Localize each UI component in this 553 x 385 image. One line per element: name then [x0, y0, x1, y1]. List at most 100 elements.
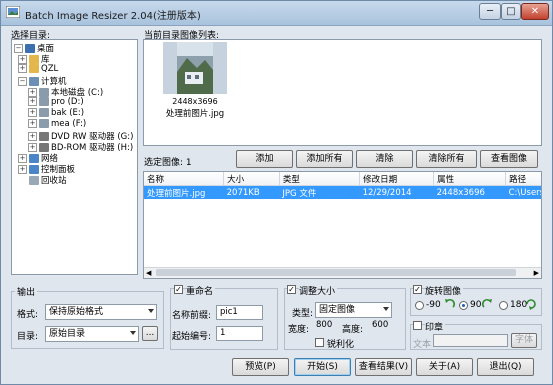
tree-item-network[interactable]: + 网络 [18, 152, 58, 164]
rotate-minus90-label: -90 [426, 300, 441, 310]
table-row[interactable]: 处理前图片.jpg 2071KB JPG 文件 12/29/2014 2448x… [144, 185, 541, 199]
col-path[interactable]: 路径 [505, 172, 541, 186]
tree-item-computer[interactable]: − 计算机 [18, 75, 67, 87]
tree-item-qzl[interactable]: + QZL [18, 64, 58, 75]
preview-button[interactable]: 预览(P) [232, 358, 289, 376]
watermark-checkbox[interactable] [413, 321, 422, 330]
watermark-label: 印章 [425, 320, 446, 333]
library-icon [29, 55, 39, 64]
rotate-minus90-radio[interactable] [415, 301, 424, 310]
rotate-left-icon [445, 298, 455, 308]
close-button[interactable]: ✕ [521, 3, 549, 20]
about-button[interactable]: 关于(A) [416, 358, 473, 376]
thumbnail-item[interactable]: 2448x3696 处理前图片.jpg [160, 42, 230, 122]
drive-icon [39, 88, 49, 97]
resize-type-select[interactable]: 固定图像 [315, 302, 392, 318]
sharpen-label: 锐利化 [327, 340, 355, 350]
rotate-90-radio[interactable] [459, 301, 468, 310]
recycle-bin-icon [29, 176, 39, 185]
height-input[interactable]: 600 [369, 319, 391, 334]
col-attr[interactable]: 属性 [433, 172, 507, 186]
thumbnail-name: 处理前图片.jpg [165, 109, 225, 119]
col-date[interactable]: 修改日期 [359, 172, 435, 186]
prefix-label: 名称前缀: [172, 311, 212, 321]
watermark-text-input[interactable] [433, 334, 508, 347]
rename-checkbox[interactable]: ✓ [174, 285, 183, 294]
format-select[interactable]: 保持原始格式 [45, 304, 157, 320]
exit-button[interactable]: 退出(Q) [477, 358, 534, 376]
selected-count: 选定图像: 1 [144, 158, 192, 168]
drive-icon [39, 119, 49, 128]
add-all-button[interactable]: 添加所有 [296, 150, 353, 168]
thumbnail-dims: 2448x3696 [172, 97, 218, 106]
col-name[interactable]: 名称 [144, 172, 225, 186]
resize-label: 调整大小 [299, 284, 338, 297]
col-type[interactable]: 类型 [279, 172, 361, 186]
output-dir-select[interactable]: 原始目录 [45, 326, 139, 342]
tree-item-drive-e[interactable]: + bak (E:) [28, 108, 84, 119]
computer-icon [29, 77, 39, 86]
scroll-left-icon[interactable]: ◀ [146, 269, 151, 277]
dir-label: 目录: [17, 332, 39, 342]
start-number-label: 起始编号: [172, 332, 212, 342]
rotate-180-radio[interactable] [499, 301, 508, 310]
resize-checkbox[interactable]: ✓ [287, 285, 296, 294]
directory-tree[interactable]: − 桌面 + 库 + QZL − 计算机 + 本地磁盘 (C:) + pro (D:) + b… [11, 39, 138, 275]
bd-drive-icon [39, 143, 49, 152]
resize-type-label: 类型: [292, 309, 314, 319]
view-image-button[interactable]: 查看图像 [480, 150, 538, 168]
browse-button[interactable]: ... [142, 326, 158, 341]
scrollbar-thumb[interactable] [156, 269, 516, 276]
format-label: 格式: [17, 310, 39, 320]
title-bar: Batch Image Resizer 2.04(注册版本) ─ □ ✕ [1, 1, 552, 26]
chevron-down-icon [148, 309, 154, 313]
drive-icon [39, 97, 49, 106]
tree-item-recycle-bin[interactable]: 回收站 [29, 174, 67, 186]
chevron-down-icon [383, 307, 389, 311]
rotate-checkbox[interactable]: ✓ [413, 285, 422, 294]
thumbnail-image [163, 42, 227, 94]
tree-item-drive-g[interactable]: + DVD RW 驱动器 (G:) [28, 130, 133, 142]
tree-item-drive-f[interactable]: + mea (F:) [28, 119, 86, 130]
output-group-title: 输出 [15, 285, 38, 298]
tree-item-library[interactable]: + 库 [18, 53, 50, 65]
window-title: Batch Image Resizer 2.04(注册版本) [25, 11, 201, 22]
prefix-input[interactable]: pic1 [216, 305, 263, 320]
clear-button[interactable]: 清除 [356, 150, 413, 168]
height-label: 高度: [342, 325, 364, 335]
minimize-button[interactable]: ─ [479, 3, 501, 20]
app-icon [6, 6, 20, 18]
app-window: Batch Image Resizer 2.04(注册版本) ─ □ ✕ 选择目… [0, 0, 553, 385]
tree-item-drive-d[interactable]: + pro (D:) [28, 97, 84, 108]
tree-item-drive-c[interactable]: + 本地磁盘 (C:) [28, 86, 103, 98]
rotate-180-icon [526, 299, 536, 310]
network-icon [29, 154, 39, 163]
rotate-90-label: 90 [470, 300, 482, 310]
width-label: 宽度: [288, 325, 310, 335]
tree-item-desktop[interactable]: − 桌面 [14, 42, 54, 54]
scroll-right-icon[interactable]: ▶ [534, 269, 539, 277]
dvd-drive-icon [39, 132, 49, 141]
desktop-icon [25, 44, 35, 53]
file-table[interactable]: 名称 大小 类型 修改日期 属性 路径 处理前图片.jpg 2071KB JPG… [143, 171, 542, 279]
view-result-button[interactable]: 查看结果(V) [355, 358, 412, 376]
width-input[interactable]: 800 [313, 319, 335, 334]
rotate-label: 旋转图像 [425, 284, 464, 297]
start-button[interactable]: 开始(S) [294, 358, 351, 376]
col-size[interactable]: 大小 [223, 172, 280, 186]
tree-item-control-panel[interactable]: + 控制面板 [18, 163, 75, 175]
control-panel-icon [29, 165, 39, 174]
font-button[interactable]: 字体 [511, 333, 537, 348]
horizontal-scrollbar[interactable]: ◀ ▶ [144, 267, 541, 278]
rotate-right-icon [482, 298, 492, 308]
clear-all-button[interactable]: 清除所有 [416, 150, 477, 168]
start-number-input[interactable]: 1 [216, 326, 263, 341]
add-button[interactable]: 添加 [236, 150, 293, 168]
thumbnail-list[interactable]: 2448x3696 处理前图片.jpg [143, 39, 542, 146]
maximize-button[interactable]: □ [501, 3, 521, 20]
tree-item-drive-h[interactable]: + BD-ROM 驱动器 (H:) [28, 141, 133, 153]
drive-icon [39, 108, 49, 117]
user-folder-icon [29, 64, 39, 73]
sharpen-checkbox[interactable] [315, 338, 324, 347]
table-header: 名称 大小 类型 修改日期 属性 路径 [144, 172, 541, 186]
